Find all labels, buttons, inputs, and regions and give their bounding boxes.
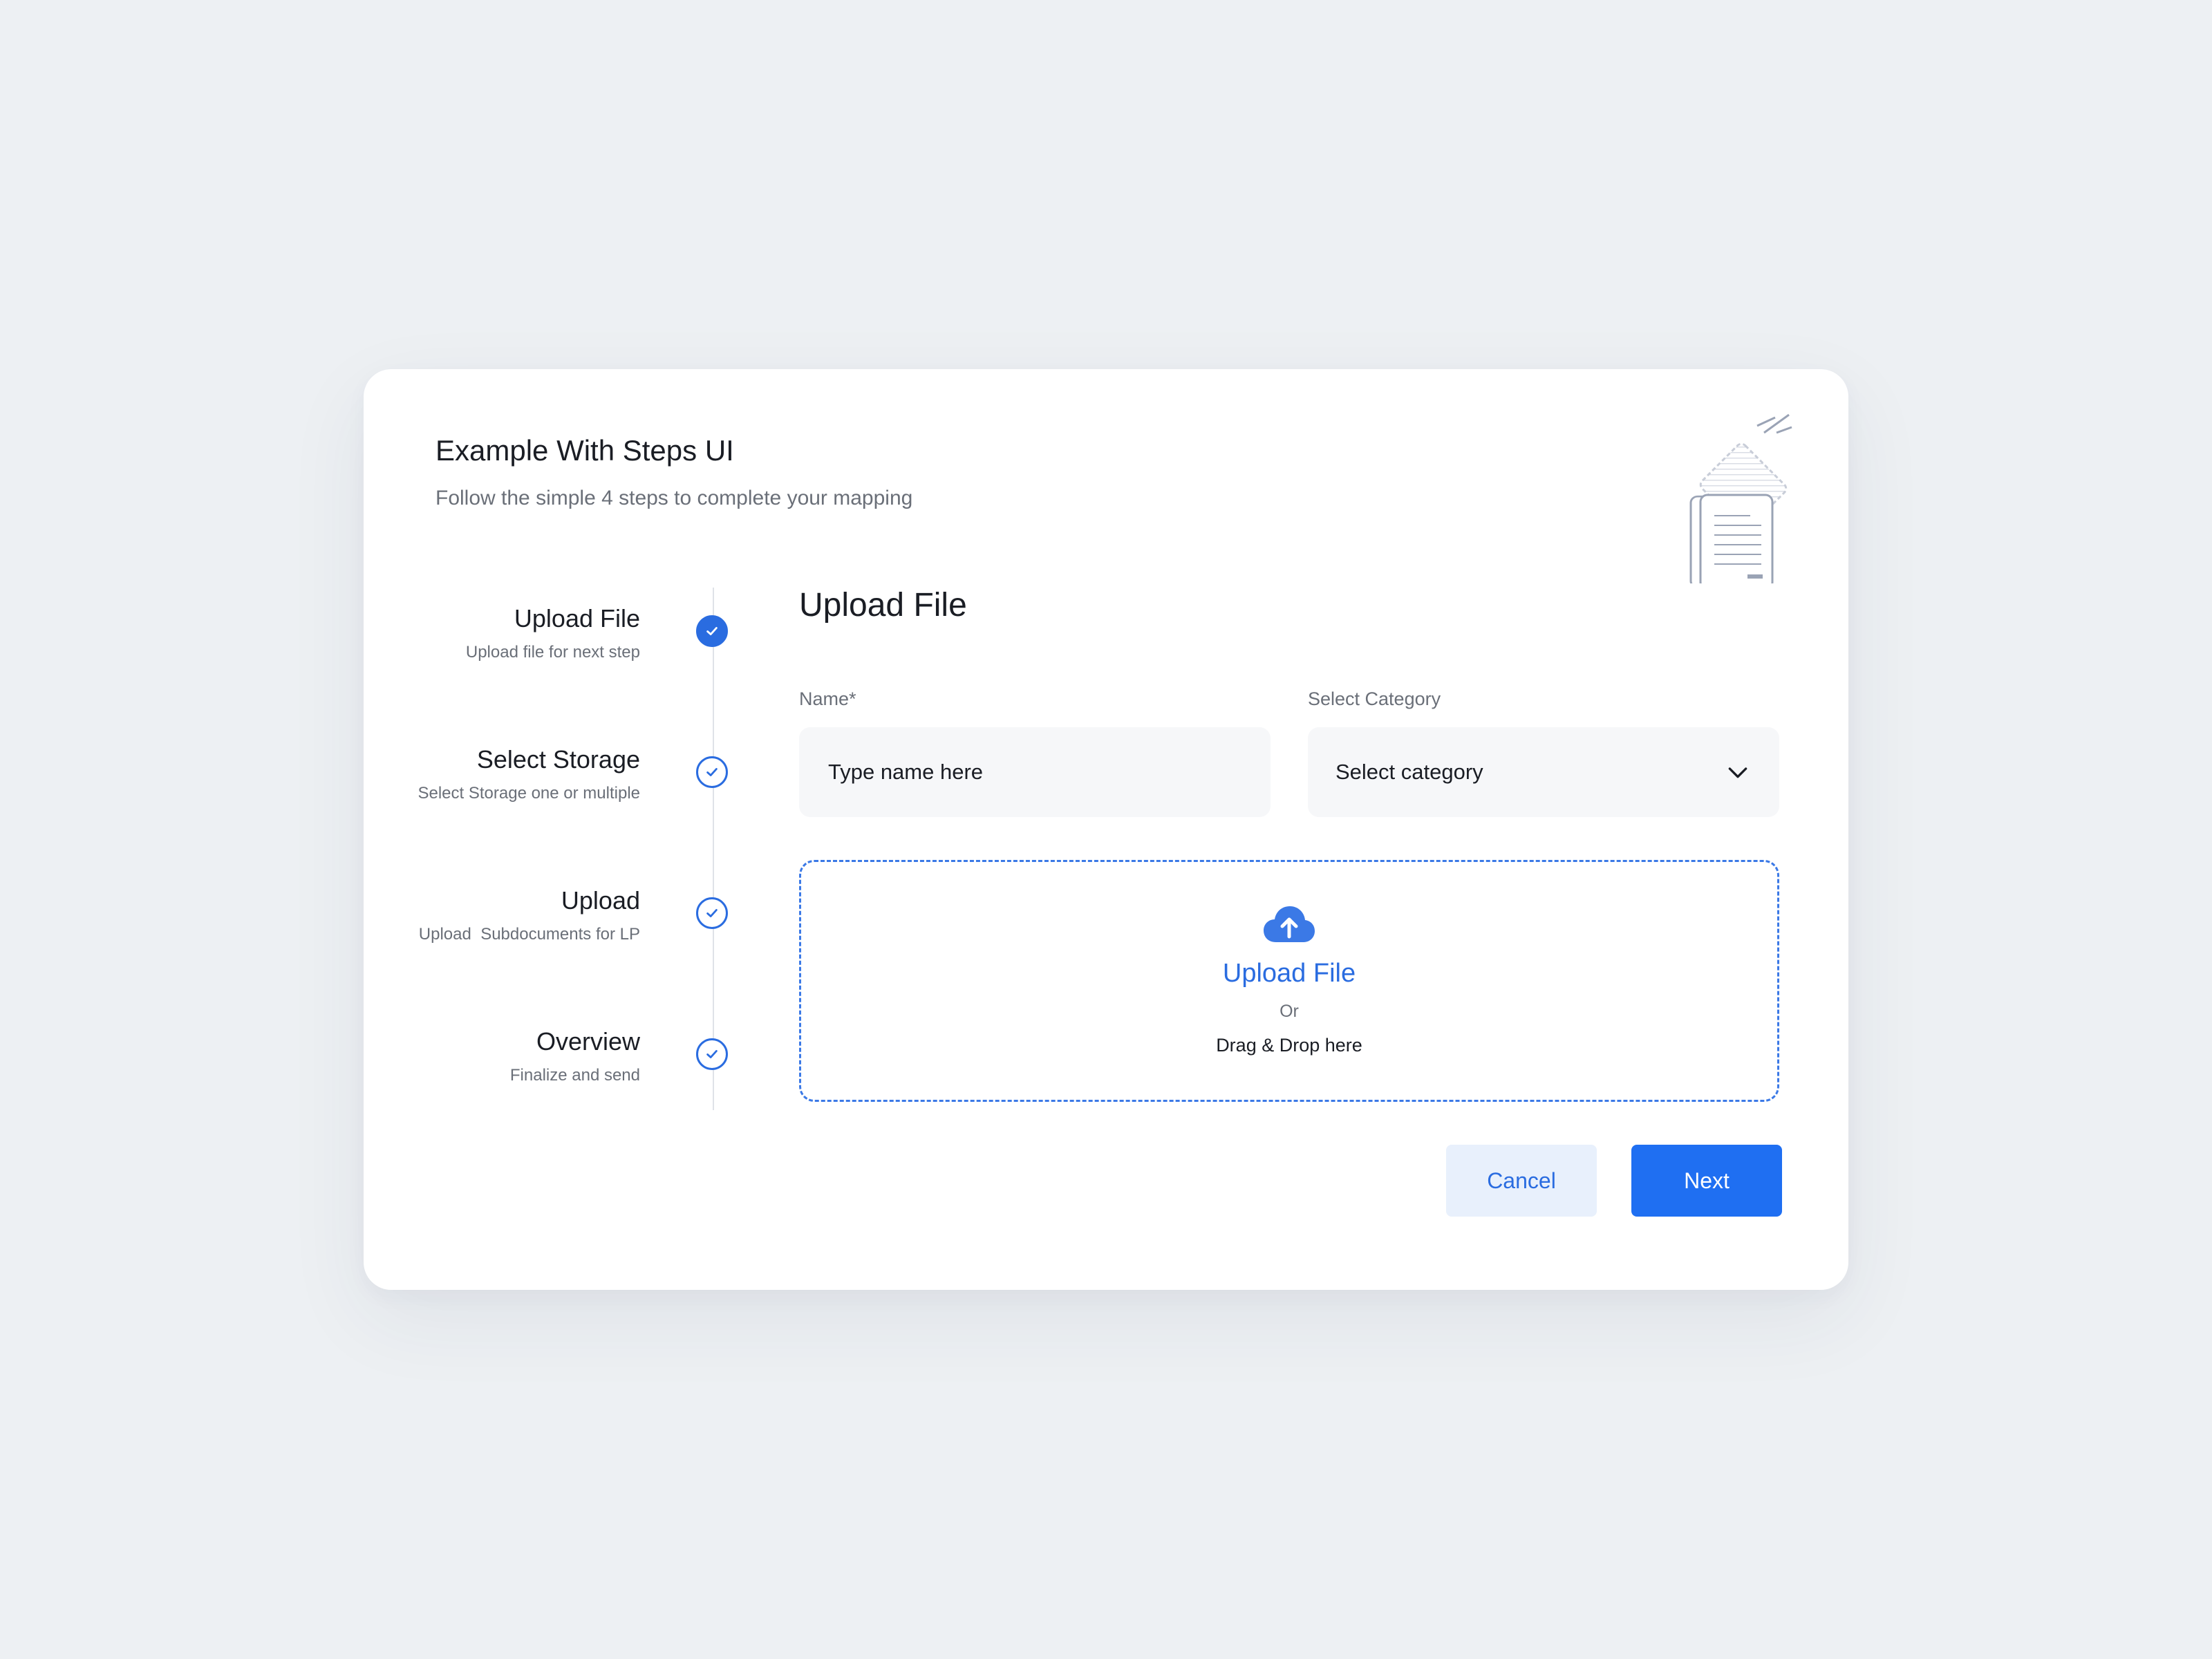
step-description: Finalize and send bbox=[509, 1066, 640, 1085]
file-dropzone[interactable]: Upload File Or Drag & Drop here bbox=[799, 860, 1779, 1102]
check-icon bbox=[696, 615, 728, 647]
dropzone-drag-text: Drag & Drop here bbox=[1216, 1035, 1362, 1056]
step-title: Upload bbox=[561, 886, 640, 915]
cloud-upload-icon bbox=[1264, 906, 1315, 942]
cancel-button[interactable]: Cancel bbox=[1446, 1145, 1597, 1217]
name-input[interactable] bbox=[827, 759, 1243, 785]
step-select-storage[interactable]: Select Storage Select Storage one or mul… bbox=[364, 745, 748, 828]
step-title: Overview bbox=[536, 1027, 640, 1056]
step-description: Select Storage one or multiple bbox=[418, 784, 640, 803]
check-icon bbox=[696, 756, 728, 788]
step-title: Select Storage bbox=[476, 745, 640, 774]
upload-file-link[interactable]: Upload File bbox=[801, 959, 1777, 988]
name-field-container bbox=[799, 727, 1271, 817]
check-icon bbox=[696, 1038, 728, 1070]
step-upload-file[interactable]: Upload File Upload file for next step bbox=[364, 604, 748, 687]
documents-illustration-icon bbox=[1689, 413, 1792, 583]
dropzone-or-text: Or bbox=[1280, 1002, 1299, 1021]
dialog-subtitle: Follow the simple 4 steps to complete yo… bbox=[435, 487, 913, 509]
dialog-title: Example With Steps UI bbox=[435, 434, 734, 467]
category-select[interactable]: Select category bbox=[1308, 727, 1779, 817]
step-title: Upload File bbox=[514, 604, 640, 632]
section-title: Upload File bbox=[799, 587, 967, 624]
name-label: Name* bbox=[799, 688, 856, 709]
step-description: Upload file for next step bbox=[465, 643, 640, 662]
check-icon bbox=[696, 897, 728, 929]
step-overview[interactable]: Overview Finalize and send bbox=[364, 1027, 748, 1110]
chevron-down-icon bbox=[1728, 767, 1747, 778]
next-button[interactable]: Next bbox=[1631, 1145, 1782, 1217]
steps-dialog: Example With Steps UI Follow the simple … bbox=[364, 369, 1848, 1290]
category-select-value: Select category bbox=[1335, 760, 1483, 784]
category-label: Select Category bbox=[1308, 688, 1441, 709]
step-upload[interactable]: Upload Upload Subdocuments for LP bbox=[364, 886, 748, 969]
step-description: Upload Subdocuments for LP bbox=[418, 925, 640, 944]
